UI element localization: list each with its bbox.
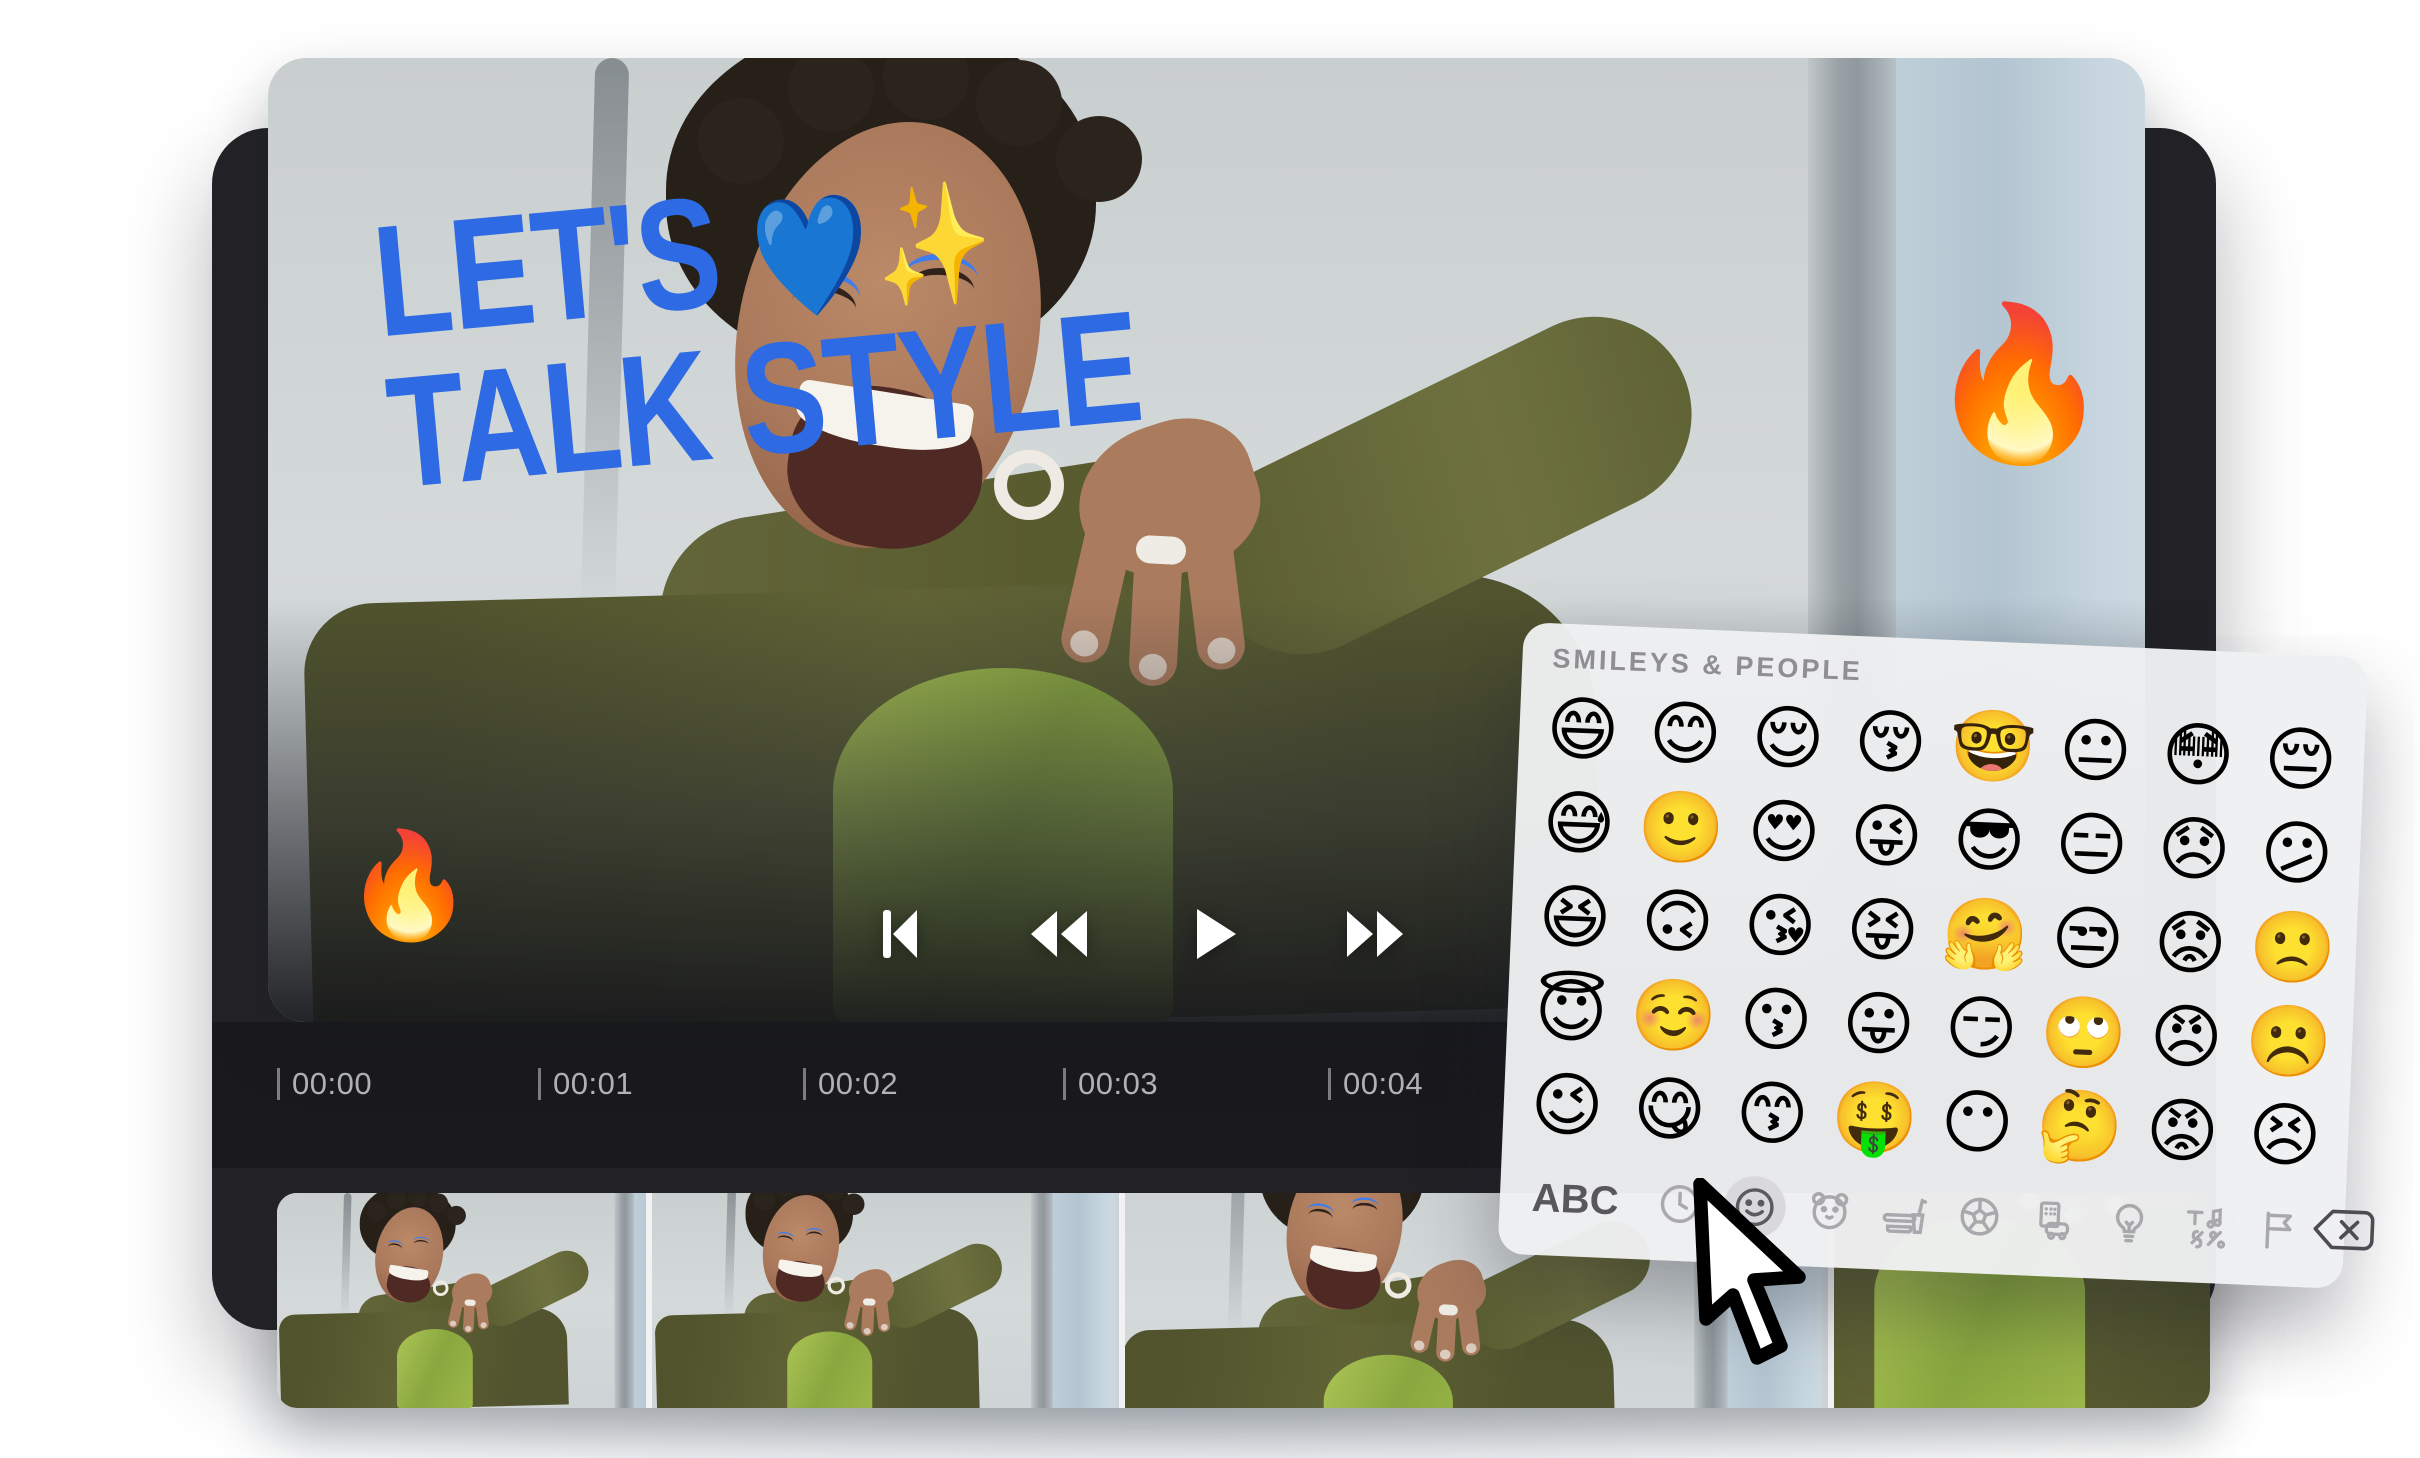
emoji-option[interactable]: 😜	[1833, 787, 1939, 885]
emoji-option[interactable]: 😶	[1924, 1073, 2030, 1171]
soccer-ball-icon	[1955, 1193, 2003, 1241]
fast-forward-button[interactable]	[1343, 908, 1407, 960]
emoji-option[interactable]: 😅	[1526, 774, 1632, 872]
objects-category-button[interactable]	[2097, 1191, 2162, 1256]
emoji-option[interactable]: 😄	[1530, 680, 1636, 778]
emoji-option[interactable]: 🤗	[1932, 885, 2038, 983]
skip-to-start-button[interactable]	[880, 906, 920, 962]
emoji-option[interactable]: 😙	[1719, 1065, 1825, 1163]
symbols-category-button[interactable]	[2172, 1194, 2237, 1259]
emoji-option[interactable]: 😎	[1936, 792, 2042, 890]
abc-keyboard-button[interactable]: ABC	[1531, 1175, 1619, 1224]
food-category-button[interactable]	[1872, 1181, 1937, 1246]
backspace-icon	[2309, 1204, 2377, 1260]
emoji-option[interactable]: 😕	[2243, 804, 2349, 902]
timeline-timestamp: 00:02	[803, 1066, 898, 1102]
mouse-cursor	[1688, 1178, 1838, 1393]
flags-category-button[interactable]	[2247, 1197, 2312, 1262]
emoji-option[interactable]: 😘	[1727, 877, 1833, 975]
emoji-option[interactable]: 😆	[1522, 868, 1628, 966]
backspace-key[interactable]	[2309, 1204, 2377, 1260]
emoji-option[interactable]: ☺️	[1620, 967, 1726, 1065]
emoji-option[interactable]: 🤑	[1821, 1069, 1927, 1167]
emoji-option[interactable]: 😔	[2247, 711, 2353, 809]
emoji-option[interactable]: 😉	[1514, 1056, 1620, 1154]
emoji-option[interactable]: 😚	[1837, 693, 1943, 791]
lightbulb-icon	[2105, 1199, 2153, 1247]
emoji-option[interactable]: 😐	[2042, 702, 2148, 800]
emoji-picker-panel: SMILEYS & PEOPLE 😄 😊 😌 😚 🤓 😐 😳 😔 😅 🙂 😍 😜…	[1498, 622, 2369, 1289]
emoji-category-header: SMILEYS & PEOPLE	[1552, 643, 1864, 687]
emoji-option[interactable]: 🤓	[1940, 698, 2046, 796]
timeline-timestamp: 00:00	[277, 1066, 372, 1102]
emoji-grid: 😄 😊 😌 😚 🤓 😐 😳 😔 😅 🙂 😍 😜 😎 😑 😞 😕 😆 🙃 😘 😝 …	[1514, 680, 2354, 1184]
emoji-option[interactable]: 😛	[1825, 975, 1931, 1073]
emoji-option[interactable]: 😟	[2137, 894, 2243, 992]
symbols-icon	[2180, 1202, 2228, 1250]
emoji-option[interactable]: 😣	[2232, 1086, 2338, 1184]
emoji-option[interactable]: 😑	[2038, 796, 2144, 894]
emoji-option[interactable]: 😞	[2141, 800, 2247, 898]
fire-emoji-sticker[interactable]: 🔥	[1926, 308, 2113, 458]
flag-icon	[2255, 1205, 2303, 1253]
emoji-option[interactable]: 😠	[2133, 988, 2239, 1086]
food-drink-icon	[1880, 1189, 1928, 1237]
rewind-button[interactable]	[1027, 908, 1091, 960]
emoji-option[interactable]: 😇	[1518, 962, 1624, 1060]
buildings-car-icon	[2030, 1196, 2078, 1244]
emoji-option[interactable]: 😍	[1731, 783, 1837, 881]
timeline-timestamp: 00:04	[1328, 1066, 1423, 1102]
emoji-option[interactable]: 😏	[1928, 979, 2034, 1077]
filmstrip-clip[interactable]	[277, 1193, 646, 1408]
activities-category-button[interactable]	[1947, 1184, 2012, 1249]
travel-category-button[interactable]	[2022, 1187, 2087, 1252]
emoji-option[interactable]: 😝	[1829, 881, 1935, 979]
emoji-option[interactable]: 😋	[1616, 1060, 1722, 1158]
emoji-option[interactable]: 😡	[2129, 1082, 2235, 1180]
emoji-option[interactable]: 😌	[1735, 689, 1841, 787]
emoji-option[interactable]: 😒	[2034, 890, 2140, 988]
filmstrip-clip[interactable]	[652, 1193, 1119, 1408]
emoji-option[interactable]: 🙁	[2239, 898, 2345, 996]
emoji-option[interactable]: 🙂	[1628, 779, 1734, 877]
timeline-timestamp: 00:01	[538, 1066, 633, 1102]
emoji-option[interactable]: ☹️	[2236, 992, 2342, 1090]
emoji-option[interactable]: 😊	[1632, 685, 1738, 783]
page: 00:00 00:01 00:02 00:03 00:04 LET'S 💙✨ T…	[0, 0, 2420, 1458]
emoji-option[interactable]: 😳	[2145, 706, 2251, 804]
timeline-timestamp: 00:03	[1063, 1066, 1158, 1102]
emoji-option[interactable]: 😗	[1723, 971, 1829, 1069]
play-button[interactable]	[1191, 906, 1239, 962]
emoji-option[interactable]: 🙃	[1624, 873, 1730, 971]
fire-emoji-sticker[interactable]: 🔥	[344, 834, 474, 938]
emoji-option[interactable]: 🤔	[2027, 1078, 2133, 1176]
emoji-option[interactable]: 🙄	[2030, 984, 2136, 1082]
